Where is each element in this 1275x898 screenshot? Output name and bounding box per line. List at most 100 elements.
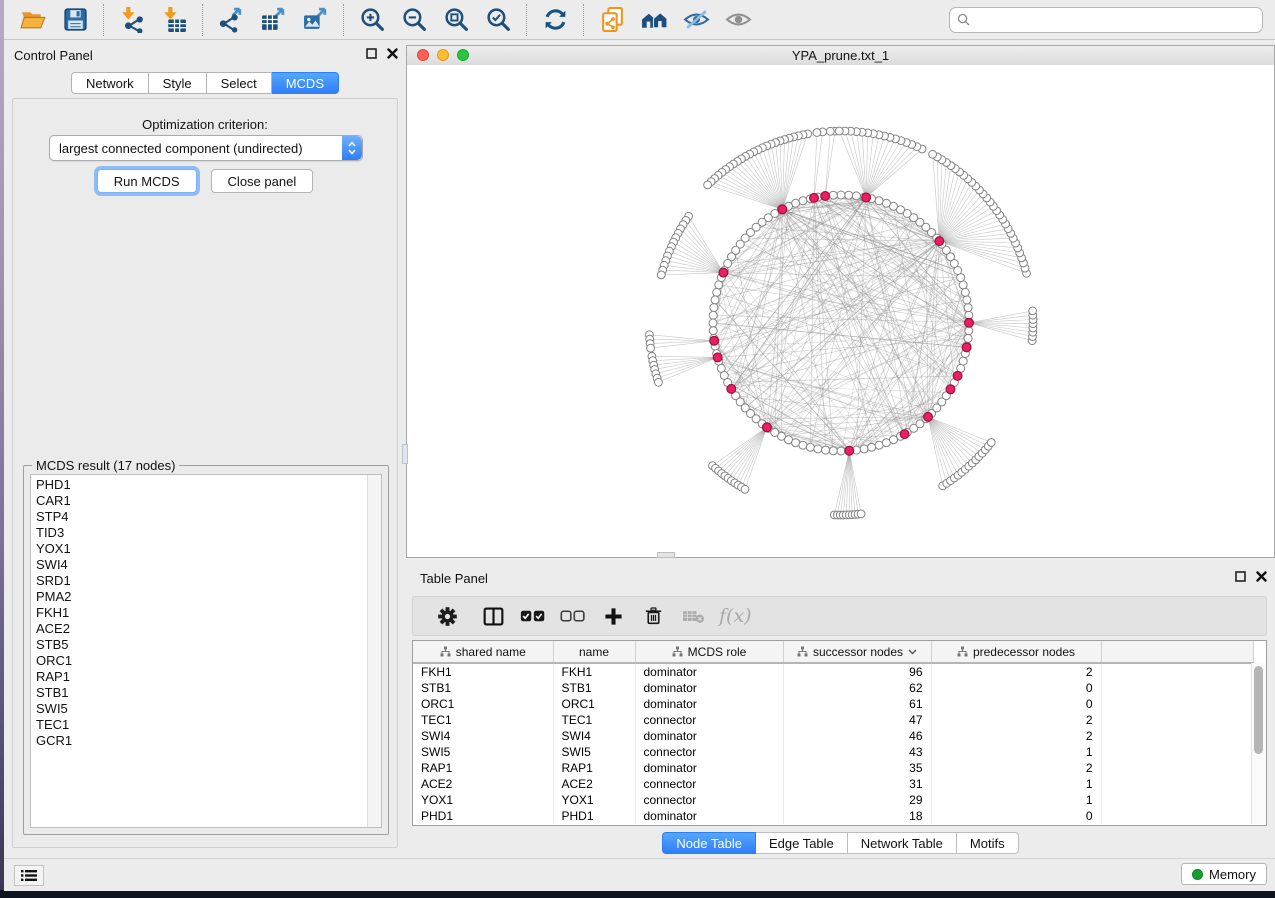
close-panel-icon[interactable] — [387, 48, 398, 59]
optimization-criterion-select[interactable]: largest connected component (undirected) — [49, 135, 363, 161]
tab-select[interactable]: Select — [207, 72, 272, 94]
tab-mcds[interactable]: MCDS — [272, 72, 339, 94]
table-row[interactable]: STB1STB1dominator620 — [413, 680, 1253, 696]
split-table-view-button[interactable] — [473, 600, 513, 632]
show-all-button[interactable] — [717, 3, 759, 37]
mcds-result-item[interactable]: ORC1 — [31, 653, 367, 669]
main-toolbar — [4, 0, 1275, 40]
panel-splitter-handle[interactable] — [402, 444, 408, 464]
column-header-name[interactable]: name — [553, 641, 635, 663]
column-header-predecessor-nodes[interactable]: predecessor nodes — [931, 641, 1101, 663]
import-table-icon — [161, 6, 188, 33]
table-row[interactable]: ORC1ORC1dominator610 — [413, 696, 1253, 712]
export-network-button[interactable] — [210, 3, 252, 37]
mcds-result-item[interactable]: CAR1 — [31, 493, 367, 509]
tab-node-table[interactable]: Node Table — [662, 832, 756, 854]
delete-column-button[interactable] — [633, 600, 673, 632]
mcds-result-item[interactable]: STP4 — [31, 509, 367, 525]
table-row[interactable]: TEC1TEC1connector472 — [413, 712, 1253, 728]
table-row[interactable]: PHD1PHD1dominator180 — [413, 808, 1253, 824]
mcds-result-item[interactable]: TEC1 — [31, 717, 367, 733]
mcds-result-item[interactable]: SWI4 — [31, 557, 367, 573]
table-cell-predecessor-nodes: 2 — [931, 760, 1101, 776]
houses-icon — [641, 6, 668, 33]
close-panel-button[interactable]: Close panel — [211, 169, 314, 193]
toolbar-separator — [202, 4, 203, 36]
float-panel-icon[interactable] — [1235, 571, 1246, 582]
mcds-list-scrollbar[interactable] — [367, 475, 381, 827]
tab-network-table[interactable]: Network Table — [848, 832, 957, 854]
memory-button[interactable]: Memory — [1181, 863, 1267, 885]
table-scrollbar[interactable] — [1251, 663, 1265, 824]
search-input[interactable] — [975, 11, 1255, 28]
float-panel-icon[interactable] — [366, 48, 377, 59]
tab-network[interactable]: Network — [71, 72, 149, 94]
run-mcds-button[interactable]: Run MCDS — [97, 169, 197, 193]
create-column-button[interactable] — [593, 600, 633, 632]
tab-style[interactable]: Style — [149, 72, 207, 94]
table-settings-button[interactable] — [427, 600, 467, 632]
zoom-out-button[interactable] — [393, 3, 435, 37]
table-row[interactable]: FKH1FKH1dominator962 — [413, 663, 1253, 680]
table-row[interactable]: YOX1YOX1connector291 — [413, 792, 1253, 808]
mcds-result-item[interactable]: YOX1 — [31, 541, 367, 557]
optimization-criterion-value: largest connected component (undirected) — [50, 141, 342, 156]
select-all-rows-button[interactable] — [513, 600, 553, 632]
table-panel-tabs: Node Table Edge Table Network Table Moti… — [406, 832, 1275, 854]
tab-edge-table[interactable]: Edge Table — [756, 832, 848, 854]
clone-network-button[interactable] — [591, 3, 633, 37]
function-builder-label: f(x) — [719, 605, 752, 627]
table-cell-shared-name: STB1 — [413, 680, 553, 696]
first-neighbors-button[interactable] — [633, 3, 675, 37]
zoom-selected-button[interactable] — [477, 3, 519, 37]
deselect-all-rows-button[interactable] — [553, 600, 593, 632]
import-table-button[interactable] — [153, 3, 195, 37]
list-icon — [21, 869, 37, 882]
open-file-button[interactable] — [12, 3, 54, 37]
zoom-fit-button[interactable] — [435, 3, 477, 37]
mcds-result-item[interactable]: PMA2 — [31, 589, 367, 605]
panel-splitter-handle[interactable] — [657, 552, 675, 558]
zoom-in-icon — [359, 6, 386, 33]
column-header-shared-name[interactable]: shared name — [413, 641, 553, 663]
table-scrollbar-thumb[interactable] — [1254, 666, 1263, 754]
column-header-mcds-role[interactable]: MCDS role — [635, 641, 783, 663]
mcds-result-item[interactable]: SWI5 — [31, 701, 367, 717]
mcds-result-item[interactable]: GCR1 — [31, 733, 367, 749]
mcds-result-item[interactable]: STB5 — [31, 637, 367, 653]
mcds-result-item[interactable]: SRD1 — [31, 573, 367, 589]
close-panel-icon[interactable] — [1256, 571, 1267, 582]
table-cell-name: FKH1 — [553, 663, 635, 680]
mcds-result-item[interactable]: STB1 — [31, 685, 367, 701]
table-cell-filler — [1101, 776, 1253, 792]
table-row[interactable]: SWI4SWI4dominator462 — [413, 728, 1253, 744]
table-row[interactable]: ACE2ACE2connector311 — [413, 776, 1253, 792]
mcds-result-item[interactable]: TID3 — [31, 525, 367, 541]
column-header-successor-nodes[interactable]: successor nodes — [783, 641, 931, 663]
network-canvas[interactable] — [407, 65, 1274, 557]
table-panel: Table Panel — [406, 563, 1275, 858]
table-cell-predecessor-nodes: 2 — [931, 728, 1101, 744]
mcds-result-item[interactable]: RAP1 — [31, 669, 367, 685]
table-row[interactable]: RAP1RAP1dominator352 — [413, 760, 1253, 776]
task-history-button[interactable] — [14, 865, 44, 886]
mcds-result-list[interactable]: PHD1CAR1STP4TID3YOX1SWI4SRD1PMA2FKH1ACE2… — [30, 474, 382, 828]
mcds-result-item[interactable]: ACE2 — [31, 621, 367, 637]
table-cell-shared-name: ACE2 — [413, 776, 553, 792]
refresh-button[interactable] — [534, 3, 576, 37]
search-box — [949, 7, 1263, 33]
table-cell-mcds-role: dominator — [635, 808, 783, 824]
table-cell-successor-nodes: 46 — [783, 728, 931, 744]
export-table-button[interactable] — [252, 3, 294, 37]
hide-selected-button[interactable] — [675, 3, 717, 37]
zoom-in-button[interactable] — [351, 3, 393, 37]
memory-label: Memory — [1209, 867, 1256, 882]
export-image-button[interactable] — [294, 3, 336, 37]
tab-motifs[interactable]: Motifs — [957, 832, 1019, 854]
mcds-result-item[interactable]: FKH1 — [31, 605, 367, 621]
save-session-button[interactable] — [54, 3, 96, 37]
mcds-buttons-row: Run MCDS Close panel — [13, 169, 397, 193]
mcds-result-item[interactable]: PHD1 — [31, 477, 367, 493]
import-network-button[interactable] — [111, 3, 153, 37]
table-row[interactable]: SWI5SWI5connector431 — [413, 744, 1253, 760]
